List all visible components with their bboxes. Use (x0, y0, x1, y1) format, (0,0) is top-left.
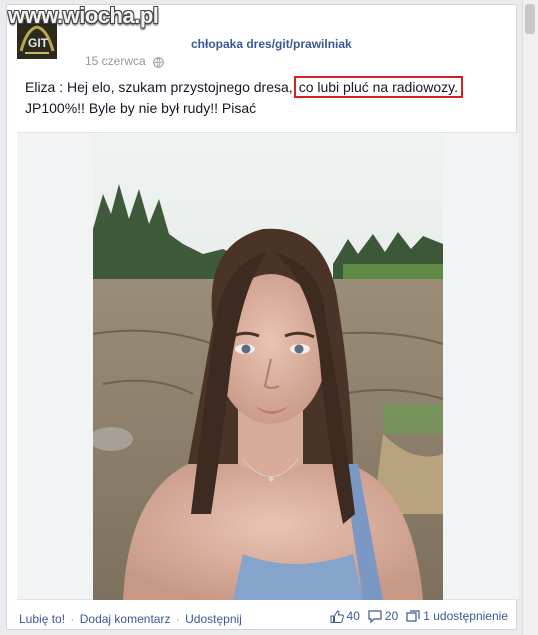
like-button[interactable]: Lubię to! (19, 612, 65, 626)
post-date[interactable]: 15 czerwca (85, 54, 146, 68)
separator: · (70, 612, 75, 626)
post-stats: 40 20 1 udostępnienie (330, 609, 508, 623)
comments-count: 20 (384, 609, 399, 623)
svg-text:GIT: GIT (28, 36, 49, 50)
share-icon (406, 609, 420, 623)
comment-bubble-icon (368, 609, 382, 623)
shares-text: 1 udostępnienie (423, 609, 508, 623)
highlighted-phrase: co lubi pluć na radiowozy. (293, 76, 463, 98)
likes-stat[interactable]: 40 (330, 609, 360, 623)
post-actions: Lubię to! · Dodaj komentarz · Udostępnij (19, 612, 242, 626)
shares-stat[interactable]: 1 udostępnienie (406, 609, 508, 623)
comments-stat[interactable]: 20 (368, 609, 398, 623)
watermark-text: www.wiocha.pl (8, 3, 159, 28)
post-card: GIT chłopaka dres/git/prawilniak 15 czer… (6, 4, 519, 631)
post-photo[interactable] (93, 134, 443, 600)
share-button[interactable]: Udostępnij (185, 612, 242, 626)
post-footer: Lubię to! · Dodaj komentarz · Udostępnij… (7, 603, 518, 631)
post-message: Eliza : Hej elo, szukam przystojnego dre… (25, 76, 505, 119)
thumbs-up-icon (330, 609, 344, 623)
separator: · (175, 612, 180, 626)
post-text-start: Eliza : Hej elo, szukam przystojnego dre… (25, 79, 293, 95)
scrollbar-thumb[interactable] (525, 4, 535, 34)
vertical-scrollbar[interactable] (522, 0, 538, 635)
page-name-link[interactable]: chłopaka dres/git/prawilniak (191, 37, 352, 51)
post-text-end: JP100%!! Byle by nie był rudy!! Pisać (25, 100, 257, 116)
photo-frame (17, 132, 519, 600)
add-comment-button[interactable]: Dodaj komentarz (80, 612, 171, 626)
globe-icon (153, 55, 164, 68)
likes-count: 40 (346, 609, 360, 623)
